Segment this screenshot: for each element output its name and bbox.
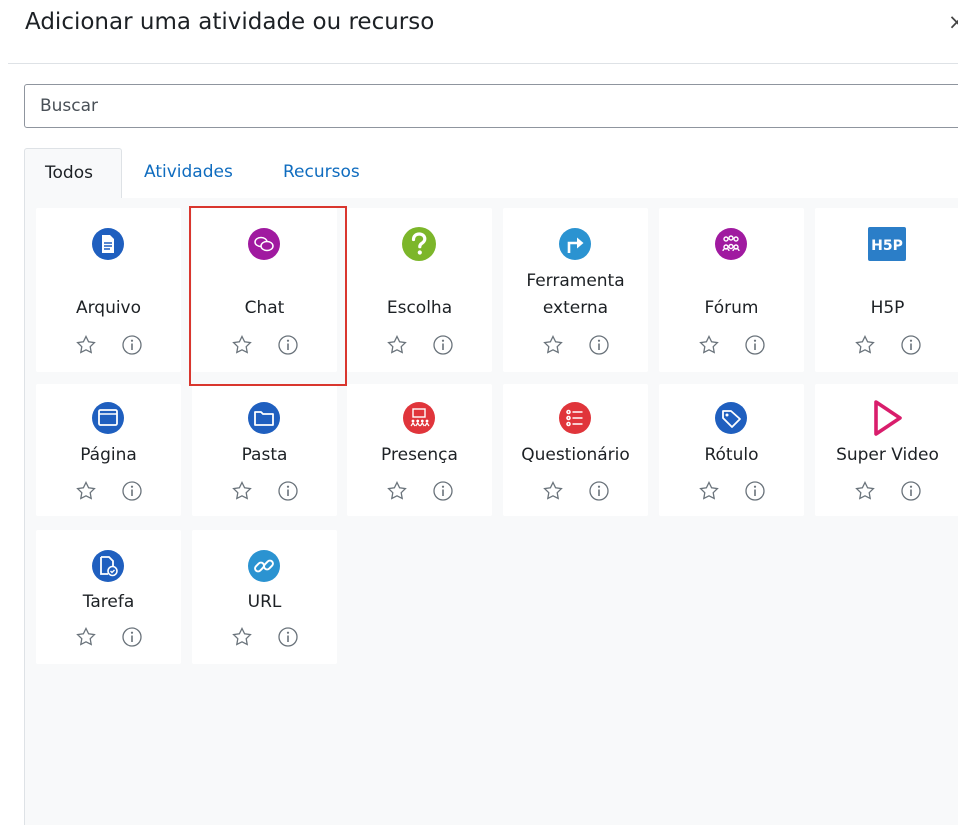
module-actions xyxy=(192,625,337,653)
tab-bar: Todos Atividades Recursos xyxy=(24,148,958,199)
module-card-tarefa[interactable]: Tarefa xyxy=(36,530,181,664)
star-icon[interactable] xyxy=(230,479,254,503)
star-icon[interactable] xyxy=(230,333,254,357)
module-card-arquivo[interactable]: Arquivo xyxy=(36,208,181,372)
module-actions xyxy=(659,333,804,361)
star-icon[interactable] xyxy=(853,479,877,503)
module-name: Presença xyxy=(381,445,458,465)
info-icon[interactable] xyxy=(587,479,611,503)
label-icon xyxy=(715,402,747,434)
module-actions xyxy=(347,479,492,507)
module-actions xyxy=(192,333,337,361)
info-icon[interactable] xyxy=(120,479,144,503)
module-card-forum[interactable]: Fórum xyxy=(659,208,804,372)
module-name: Pasta xyxy=(241,445,288,465)
module-card-escolha[interactable]: Escolha xyxy=(347,208,492,372)
h5p-icon: H5P xyxy=(868,227,906,261)
assignment-icon xyxy=(92,550,124,582)
module-name: Chat xyxy=(244,298,285,318)
question-icon xyxy=(402,227,436,261)
svg-text:H5P: H5P xyxy=(871,238,903,254)
module-card-chat[interactable]: Chat xyxy=(192,208,337,372)
module-card-h5p[interactable]: H5P H5P xyxy=(815,208,958,372)
tab-atividades[interactable]: Atividades xyxy=(124,148,253,198)
info-icon[interactable] xyxy=(431,333,455,357)
info-icon[interactable] xyxy=(120,625,144,649)
star-icon[interactable] xyxy=(74,625,98,649)
info-icon[interactable] xyxy=(120,333,144,357)
page-icon xyxy=(92,402,124,434)
module-actions xyxy=(815,333,958,361)
star-icon[interactable] xyxy=(230,625,254,649)
attendance-icon xyxy=(403,402,435,434)
module-card-presenca[interactable]: Presença xyxy=(347,384,492,516)
chat-icon xyxy=(248,228,280,260)
folder-icon xyxy=(248,402,280,434)
module-card-super-video[interactable]: Super Video xyxy=(815,384,958,516)
star-icon[interactable] xyxy=(385,479,409,503)
module-actions xyxy=(503,479,648,507)
module-name: Tarefa xyxy=(82,592,135,612)
module-actions xyxy=(36,479,181,507)
module-card-pasta[interactable]: Pasta xyxy=(192,384,337,516)
forum-icon xyxy=(715,228,747,260)
module-name: Fórum xyxy=(704,298,759,318)
tab-todos[interactable]: Todos xyxy=(24,148,122,199)
star-icon[interactable] xyxy=(385,333,409,357)
module-name: H5P xyxy=(870,298,905,318)
info-icon[interactable] xyxy=(743,479,767,503)
module-name: Questionário xyxy=(521,445,630,465)
module-name: Arquivo xyxy=(75,298,142,318)
info-icon[interactable] xyxy=(276,479,300,503)
star-icon[interactable] xyxy=(541,479,565,503)
star-icon[interactable] xyxy=(74,333,98,357)
search-box[interactable] xyxy=(24,84,958,128)
external-tool-icon xyxy=(559,228,591,260)
info-icon[interactable] xyxy=(899,333,923,357)
dialog-title: Adicionar uma atividade ou recurso xyxy=(25,9,435,35)
star-icon[interactable] xyxy=(853,333,877,357)
module-name-line2: externa xyxy=(542,298,609,318)
module-card-questionario[interactable]: Questionário xyxy=(503,384,648,516)
module-actions xyxy=(36,333,181,361)
module-name: Super Video xyxy=(836,445,939,465)
star-icon[interactable] xyxy=(697,479,721,503)
file-icon xyxy=(92,228,124,260)
module-actions xyxy=(503,333,648,361)
module-name: Escolha xyxy=(386,298,453,318)
quiz-icon xyxy=(559,402,591,434)
info-icon[interactable] xyxy=(743,333,767,357)
info-icon[interactable] xyxy=(431,479,455,503)
search-input[interactable] xyxy=(40,85,920,127)
url-icon xyxy=(248,550,280,582)
module-actions xyxy=(347,333,492,361)
header-divider xyxy=(8,63,958,64)
module-actions xyxy=(36,625,181,653)
info-icon[interactable] xyxy=(899,479,923,503)
module-actions xyxy=(192,479,337,507)
module-card-rotulo[interactable]: Rótulo xyxy=(659,384,804,516)
module-card-url[interactable]: URL xyxy=(192,530,337,664)
module-name: Rótulo xyxy=(704,445,759,465)
close-button[interactable]: × xyxy=(948,10,958,34)
info-icon[interactable] xyxy=(276,333,300,357)
star-icon[interactable] xyxy=(541,333,565,357)
super-video-icon xyxy=(874,400,902,436)
dialog-header: Adicionar uma atividade ou recurso × xyxy=(0,0,958,64)
info-icon[interactable] xyxy=(276,625,300,649)
module-card-pagina[interactable]: Página xyxy=(36,384,181,516)
module-actions xyxy=(815,479,958,507)
star-icon[interactable] xyxy=(697,333,721,357)
module-name: URL xyxy=(247,592,282,612)
module-actions xyxy=(659,479,804,507)
star-icon[interactable] xyxy=(74,479,98,503)
tab-recursos[interactable]: Recursos xyxy=(263,148,380,198)
module-card-ferramenta-externa[interactable]: Ferramenta externa xyxy=(503,208,648,372)
info-icon[interactable] xyxy=(587,333,611,357)
module-name: Página xyxy=(80,445,137,465)
